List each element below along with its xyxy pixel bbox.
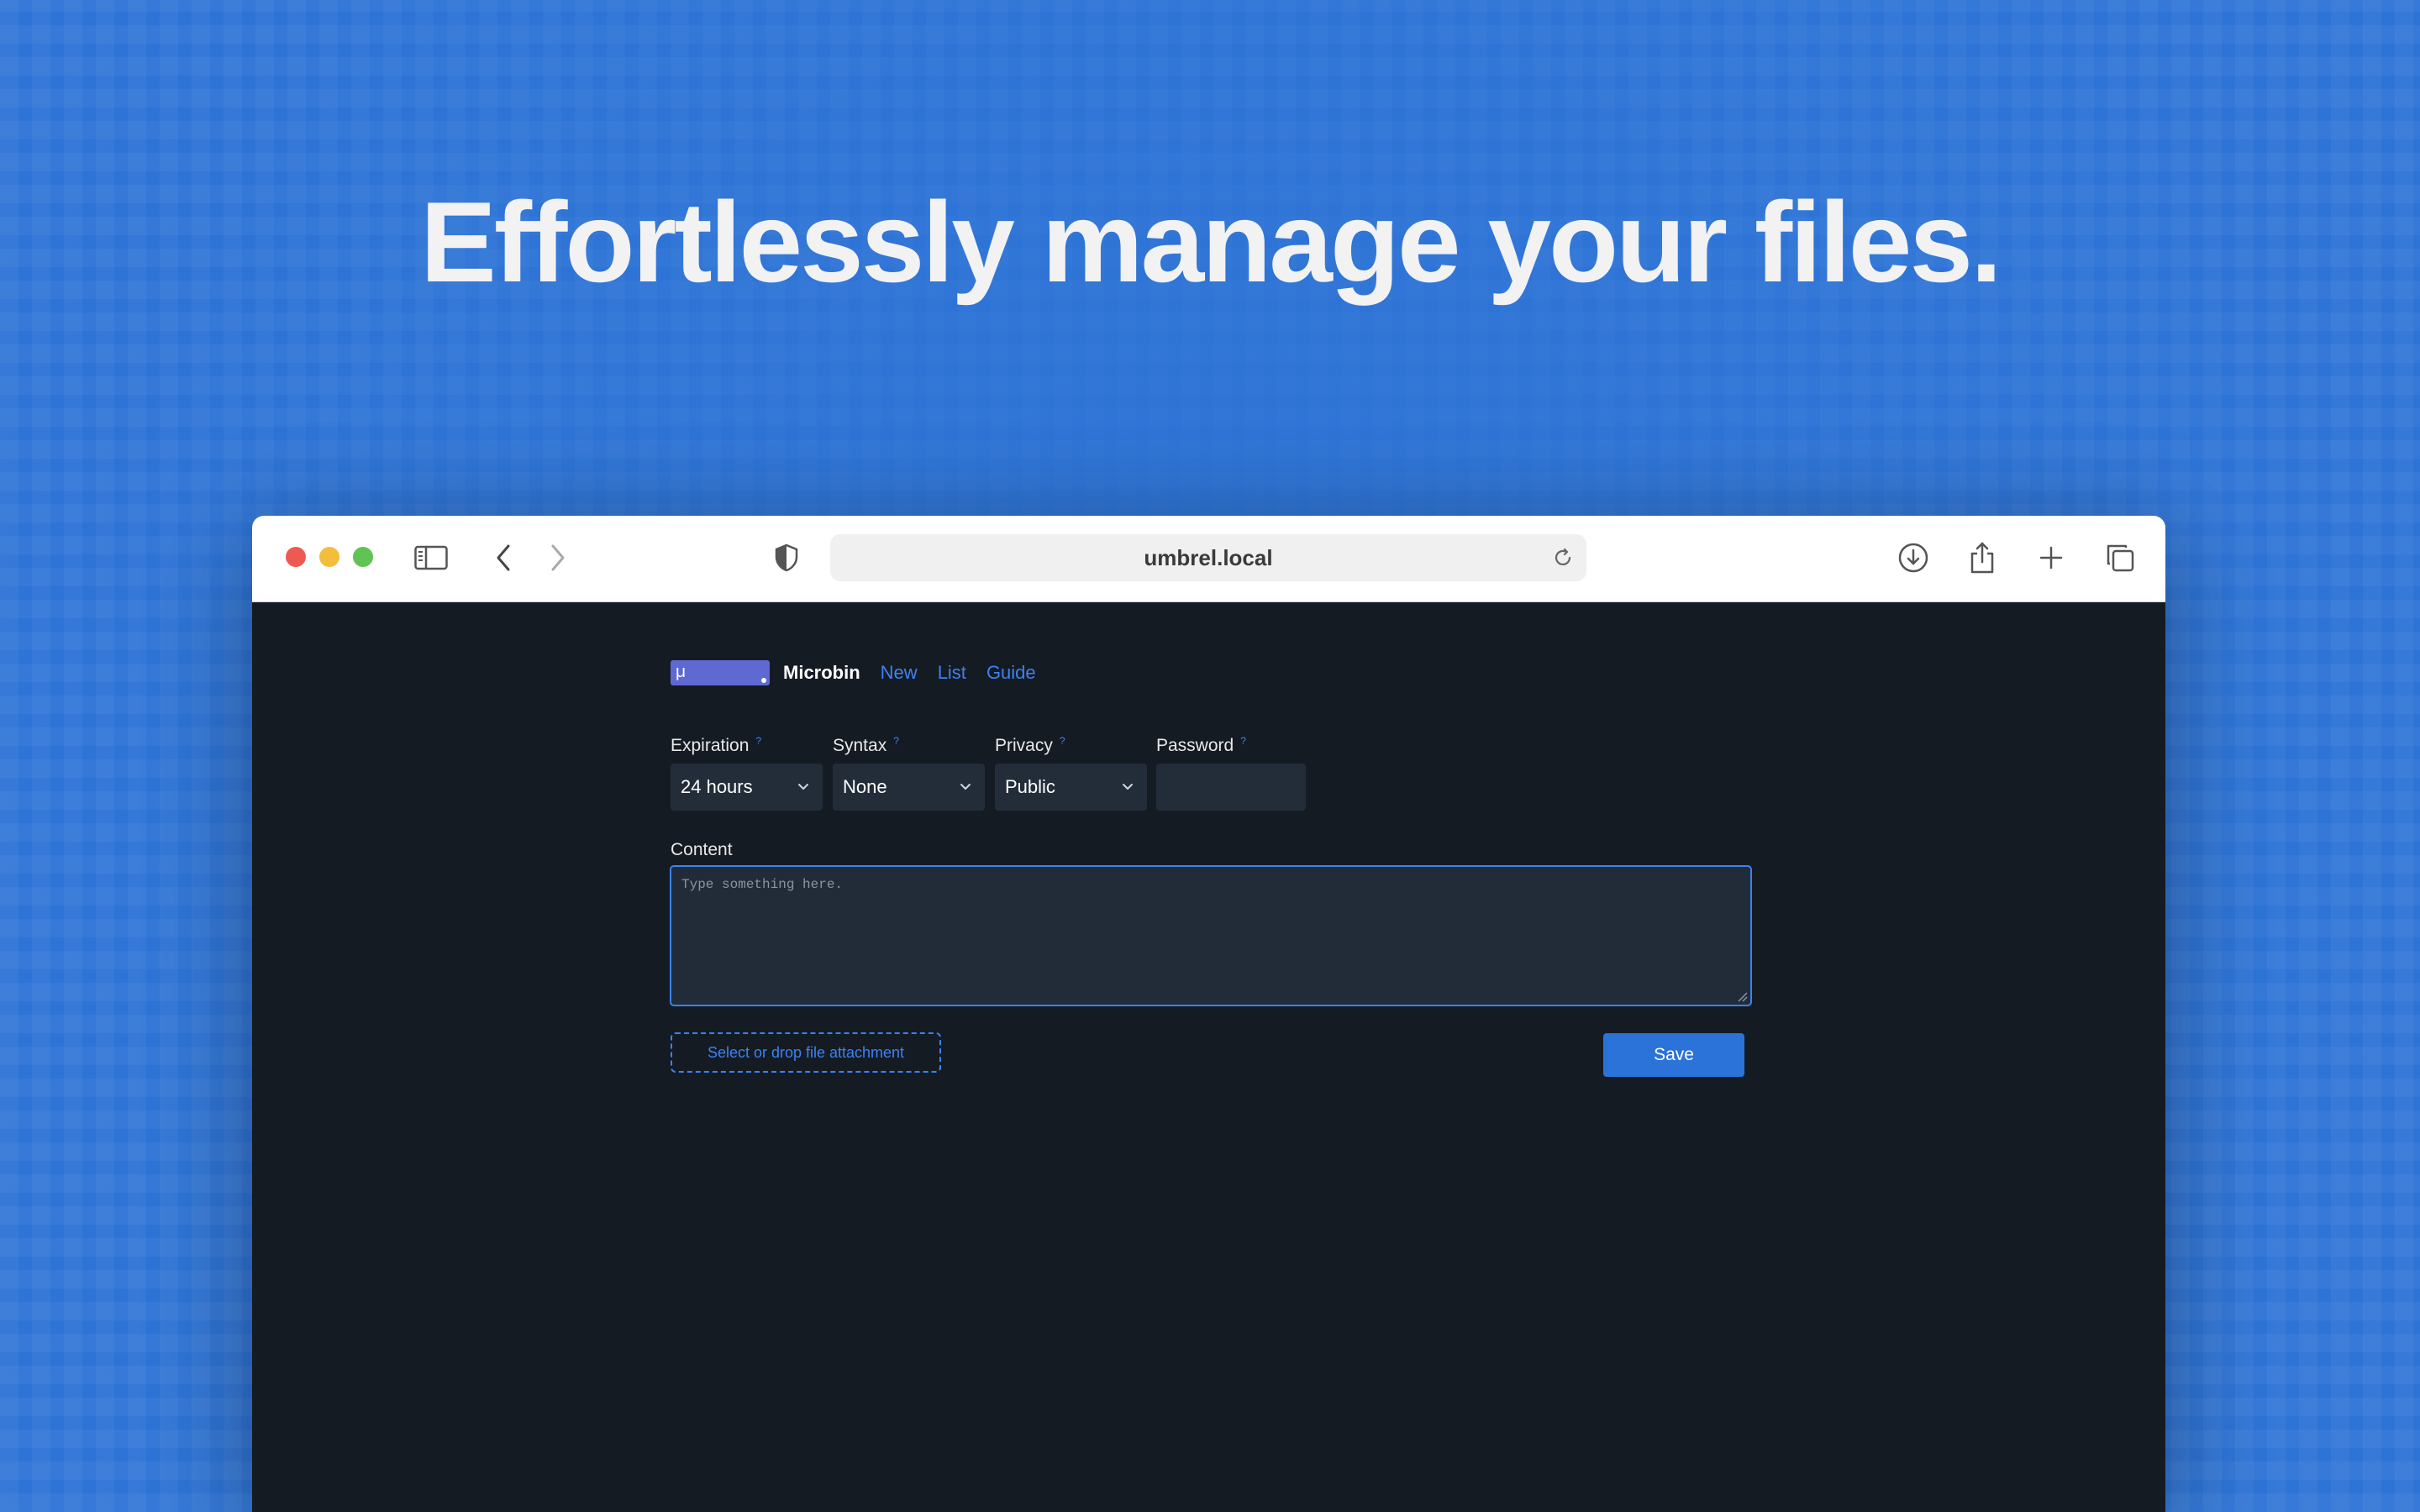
password-label-text: Password <box>1156 736 1234 755</box>
close-dot[interactable] <box>286 547 306 567</box>
chevron-down-icon <box>960 784 971 790</box>
password-field[interactable] <box>1156 764 1306 811</box>
privacy-label: Privacy? <box>995 735 1065 756</box>
microbin-logo[interactable]: µ <box>671 660 770 685</box>
nav-guide[interactable]: Guide <box>986 662 1036 684</box>
back-icon[interactable] <box>487 541 520 575</box>
save-button[interactable]: Save <box>1603 1033 1744 1077</box>
expiration-label: Expiration? <box>671 735 761 756</box>
privacy-value: Public <box>1005 776 1055 797</box>
reload-icon[interactable] <box>1546 541 1580 575</box>
zoom-dot[interactable] <box>353 547 373 567</box>
logo-text: µ <box>676 663 687 683</box>
syntax-value: None <box>843 776 887 797</box>
headline: Effortlessly manage your files. <box>420 178 2002 306</box>
expiration-value: 24 hours <box>681 776 753 797</box>
page-content: µ Microbin New List Guide Expiration? 24… <box>252 602 2165 1512</box>
content-textarea[interactable]: Type something here. <box>670 865 1752 1006</box>
password-hint[interactable]: ? <box>1240 735 1246 747</box>
expiration-label-text: Expiration <box>671 736 750 755</box>
browser-toolbar: umbrel.local <box>252 516 2165 602</box>
syntax-label: Syntax? <box>833 735 899 756</box>
url-text: umbrel.local <box>1144 544 1273 570</box>
brand-name[interactable]: Microbin <box>783 662 860 684</box>
tabs-overview-icon[interactable] <box>2103 541 2137 575</box>
minimize-dot[interactable] <box>319 547 339 567</box>
syntax-select[interactable]: None <box>833 764 985 811</box>
privacy-label-text: Privacy <box>995 736 1053 755</box>
sidebar-icon[interactable] <box>414 541 448 575</box>
file-attachment-button[interactable]: Select or drop file attachment <box>671 1032 941 1073</box>
chevron-down-icon <box>798 784 808 790</box>
nav-new[interactable]: New <box>881 662 918 684</box>
logo-dot <box>761 678 766 683</box>
expiration-hint[interactable]: ? <box>755 735 761 747</box>
download-icon[interactable] <box>1897 541 1930 575</box>
browser-window: umbrel.local µ Microbin New List Guide E… <box>252 516 2165 1512</box>
syntax-hint[interactable]: ? <box>893 735 899 747</box>
app-nav: µ Microbin New List Guide <box>671 659 1036 686</box>
resize-handle-icon[interactable] <box>1736 990 1748 1002</box>
content-label: Content <box>671 840 733 859</box>
privacy-select[interactable]: Public <box>995 764 1147 811</box>
nav-list[interactable]: List <box>938 662 966 684</box>
address-bar[interactable]: umbrel.local <box>830 534 1586 581</box>
privacy-hint[interactable]: ? <box>1060 735 1065 747</box>
chevron-down-icon <box>1123 784 1133 790</box>
share-icon[interactable] <box>1965 541 1999 575</box>
shield-icon[interactable] <box>770 541 803 575</box>
new-tab-icon[interactable] <box>2034 541 2068 575</box>
content-placeholder: Type something here. <box>681 877 844 892</box>
password-label: Password? <box>1156 735 1246 756</box>
syntax-label-text: Syntax <box>833 736 887 755</box>
forward-icon[interactable] <box>541 541 575 575</box>
expiration-select[interactable]: 24 hours <box>671 764 823 811</box>
